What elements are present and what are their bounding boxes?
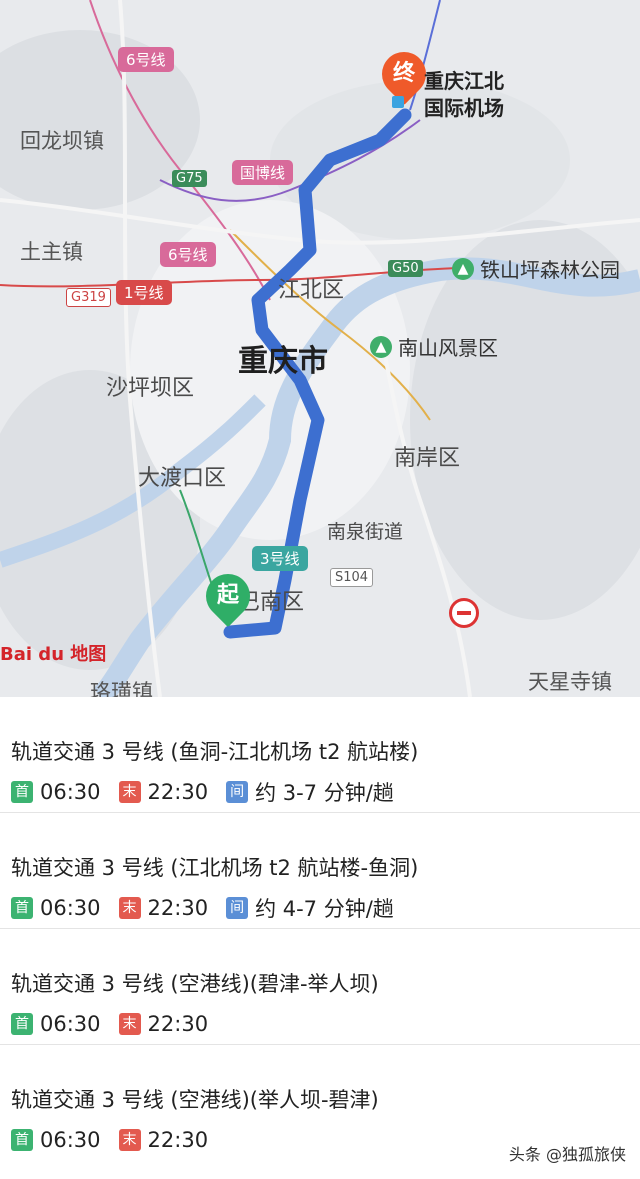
first-train-badge: 首: [11, 1129, 33, 1151]
first-train-badge: 首: [11, 1013, 33, 1035]
district-label: 江北区: [278, 278, 345, 303]
route-title: 轨道交通 3 号线 (江北机场 t2 航站楼-鱼洞): [11, 856, 419, 880]
start-pin-label: 起: [216, 583, 239, 608]
route-schedule: 首 06:30 末 22:30: [11, 1010, 629, 1038]
airport-label[interactable]: 重庆江北 国际机场: [424, 68, 504, 122]
town-label: 珞璜镇: [90, 680, 153, 697]
town-label: 回龙坝镇: [20, 129, 104, 153]
interval-text: 约 4-7 分钟/趟: [255, 897, 394, 921]
district-label: 沙坪坝区: [106, 376, 195, 401]
metro-line-tag: 3号线: [252, 546, 308, 571]
last-train-time: 22:30: [147, 1012, 209, 1036]
metro-line-tag: 国博线: [232, 160, 294, 185]
route-title: 轨道交通 3 号线 (空港线)(举人坝-碧津): [11, 1088, 379, 1112]
route-schedule: 首 06:30 末 22:30 间 约 3-7 分钟/趟: [11, 778, 629, 806]
highway-shield: G75: [172, 170, 207, 187]
first-train-time: 06:30: [40, 896, 101, 920]
no-entry-icon: [449, 598, 479, 628]
highway-shield: G50: [388, 260, 423, 277]
airport-icon: [392, 96, 404, 108]
route-row[interactable]: 轨道交通 3 号线 (空港线)(碧津-举人坝) 首 06:30 末 22:30: [0, 929, 640, 1045]
watermark: 头条 @独孤旅侠: [508, 1145, 626, 1164]
last-train-badge: 末: [118, 897, 141, 919]
airport-name-line: 国际机场: [424, 96, 504, 120]
airport-name-line: 重庆江北: [424, 69, 504, 93]
metro-line-tag: 6号线: [118, 47, 174, 72]
route-schedule: 首 06:30 末 22:30 间 约 4-7 分钟/趟: [11, 894, 629, 922]
poi-name: 南山风景区: [398, 336, 498, 360]
first-train-time: 06:30: [40, 1012, 101, 1036]
interval-badge: 间: [226, 781, 249, 803]
first-train-badge: 首: [11, 897, 33, 919]
route-list: 轨道交通 3 号线 (鱼洞-江北机场 t2 航站楼) 首 06:30 末 22:…: [0, 697, 640, 1161]
start-pin[interactable]: 起: [196, 564, 260, 628]
highway-shield: S104: [330, 568, 374, 587]
town-label: 南泉街道: [327, 521, 404, 543]
town-label: 土主镇: [20, 240, 83, 264]
route-map[interactable]: 6号线 国博线 6号线 1号线 3号线 G75 G50 G319 S104 回龙…: [0, 0, 640, 697]
last-train-time: 22:30: [147, 780, 209, 804]
park-icon: ▲: [452, 257, 474, 280]
metro-line-tag: 6号线: [160, 242, 216, 267]
end-pin-label: 终: [392, 61, 415, 86]
route-row[interactable]: 轨道交通 3 号线 (鱼洞-江北机场 t2 航站楼) 首 06:30 末 22:…: [0, 697, 640, 813]
district-label: 大渡口区: [138, 466, 227, 491]
baidu-map-logo: Bai du 地图: [0, 644, 107, 665]
last-train-badge: 末: [118, 1129, 141, 1151]
last-train-badge: 末: [118, 781, 141, 803]
last-train-time: 22:30: [147, 896, 209, 920]
interval-badge: 间: [226, 897, 249, 919]
district-label: 南岸区: [394, 446, 461, 471]
route-title: 轨道交通 3 号线 (鱼洞-江北机场 t2 航站楼): [11, 740, 419, 764]
last-train-time: 22:30: [147, 1128, 209, 1152]
poi-label[interactable]: ▲ 南山风景区: [370, 332, 498, 361]
route-title: 轨道交通 3 号线 (空港线)(碧津-举人坝): [11, 972, 379, 996]
park-icon: ▲: [370, 335, 392, 358]
town-label: 天星寺镇: [528, 670, 612, 694]
first-train-badge: 首: [11, 781, 33, 803]
poi-label[interactable]: ▲ 铁山坪森林公园: [452, 254, 620, 283]
interval-text: 约 3-7 分钟/趟: [255, 781, 394, 805]
highway-shield: G319: [66, 288, 111, 307]
poi-name: 铁山坪森林公园: [480, 258, 620, 282]
first-train-time: 06:30: [40, 1128, 101, 1152]
first-train-time: 06:30: [40, 780, 101, 804]
metro-line-tag: 1号线: [116, 280, 172, 305]
city-label: 重庆市: [238, 344, 328, 379]
route-row[interactable]: 轨道交通 3 号线 (江北机场 t2 航站楼-鱼洞) 首 06:30 末 22:…: [0, 813, 640, 929]
last-train-badge: 末: [118, 1013, 141, 1035]
